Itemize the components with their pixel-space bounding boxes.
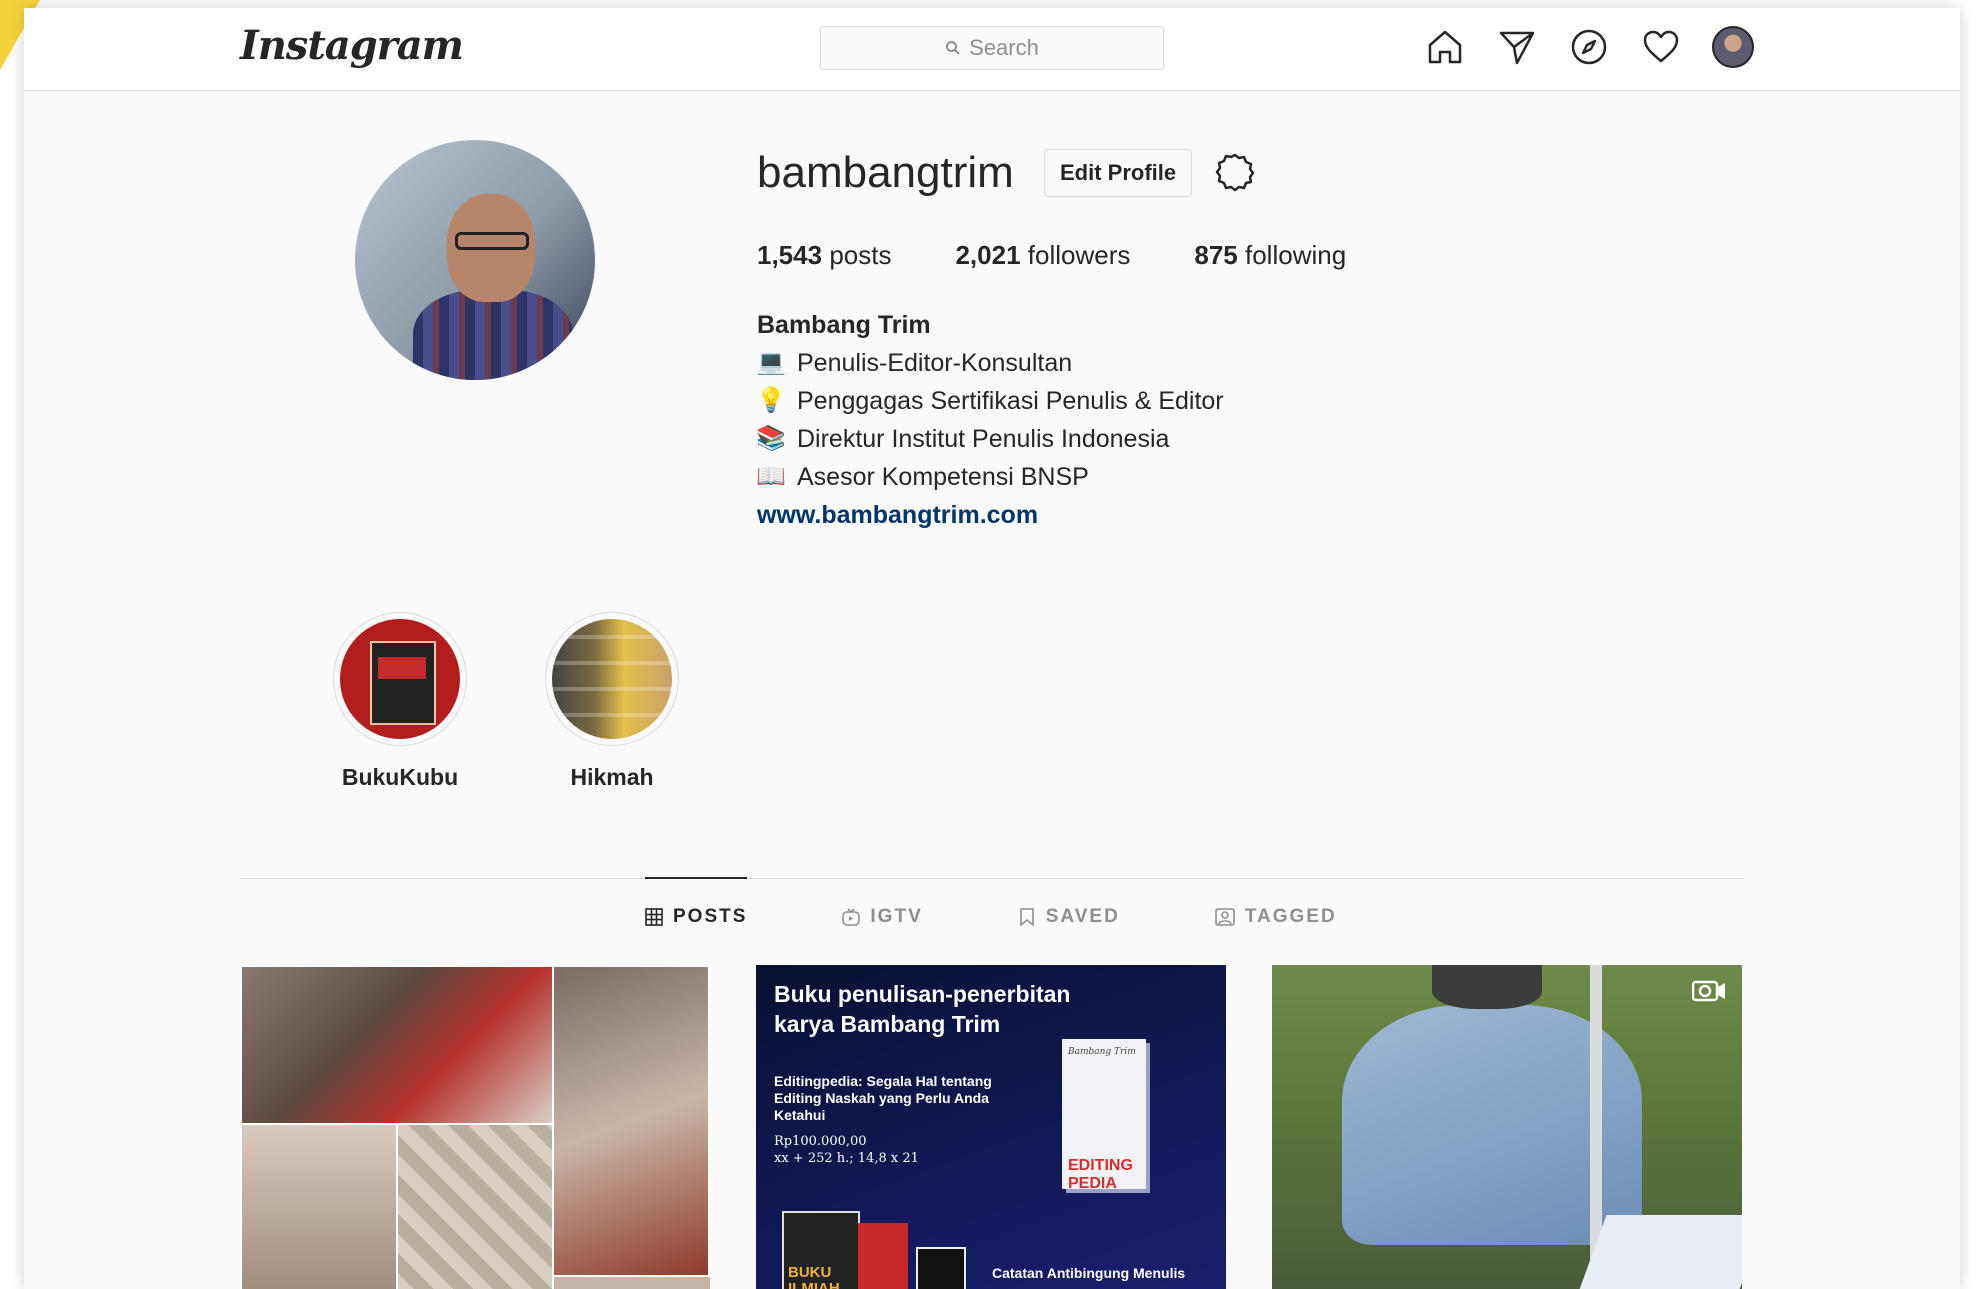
bio-line: 📚 Direktur Institut Penulis Indonesia xyxy=(756,420,1224,458)
posts-count: 1,543 xyxy=(757,240,823,270)
search-input[interactable]: Search xyxy=(820,26,1164,70)
collage-photo xyxy=(552,965,710,1277)
book-cover-author: Bambang Trim xyxy=(1068,1047,1136,1057)
bio-text: Asesor Kompetensi BNSP xyxy=(797,463,1089,491)
highlight-label: Hikmah xyxy=(570,764,654,790)
book-cover-image xyxy=(916,1247,966,1289)
tab-label: POSTS xyxy=(673,906,748,927)
book-cover-image xyxy=(858,1223,908,1289)
tagged-person-icon xyxy=(1215,908,1235,926)
post-thumbnail[interactable] xyxy=(1272,965,1742,1289)
instagram-logo[interactable]: Instagram xyxy=(240,22,464,69)
tab-posts[interactable]: POSTS xyxy=(645,906,747,928)
profile-stats: 1,543 posts 2,021 followers 875 followin… xyxy=(757,240,1346,271)
followers-label: followers xyxy=(1027,240,1131,270)
profile-username: bambangtrim xyxy=(757,148,1014,197)
book-cover-title: BUKU ILMIAH xyxy=(788,1264,840,1289)
tab-label: TAGGED xyxy=(1244,906,1337,927)
story-highlight-hikmah[interactable]: Hikmah xyxy=(542,612,682,791)
book-cover-image: Bambang Trim EDITING PEDIA xyxy=(1062,1039,1146,1192)
following-label: following xyxy=(1245,240,1347,270)
direct-icon[interactable] xyxy=(1496,26,1538,68)
activity-heart-icon[interactable] xyxy=(1640,26,1682,68)
highlight-book-image xyxy=(370,641,436,725)
post-book-price: Rp100.000,00 xyxy=(774,1134,867,1149)
post-book-details: Rp100.000,00 xx + 252 h.; 14,8 x 21 xyxy=(774,1133,919,1167)
posts-grid: Buku penulisan-penerbitan karya Bambang … xyxy=(240,965,1742,1289)
explore-icon[interactable] xyxy=(1568,26,1610,68)
photo-subject-body xyxy=(413,290,573,380)
profile-avatar[interactable] xyxy=(1712,26,1754,68)
bio-line: 💡 Penggagas Sertifikasi Penulis & Editor xyxy=(756,382,1224,420)
tab-label: IGTV xyxy=(870,906,923,927)
browser-window: Instagram Search bambangtrim Edit Profil… xyxy=(24,8,1960,1289)
post-thumbnail[interactable] xyxy=(240,965,710,1289)
photo-subject-glasses xyxy=(455,232,529,250)
video-camera-icon xyxy=(1692,980,1725,1002)
laptop-emoji-icon: 💻 xyxy=(756,349,786,376)
collage-photo xyxy=(240,965,554,1125)
search-icon xyxy=(946,41,960,55)
highlight-cover xyxy=(340,619,460,739)
active-tab-indicator xyxy=(645,877,747,879)
profile-tabs: POSTS IGTV SAVED TAGGED xyxy=(645,906,1337,928)
nav-icons xyxy=(1424,26,1754,68)
post-footer-text: Catatan Antibingung Menulis xyxy=(992,1265,1186,1281)
post-headline: Buku penulisan-penerbitan karya Bambang … xyxy=(774,981,1071,1037)
lightbulb-emoji-icon: 💡 xyxy=(756,387,786,414)
posts-label: posts xyxy=(829,240,892,270)
tab-label: SAVED xyxy=(1045,906,1120,927)
bio-line: 📖 Asesor Kompetensi BNSP xyxy=(756,458,1224,496)
tab-tagged[interactable]: TAGGED xyxy=(1215,906,1337,928)
books-emoji-icon: 📚 xyxy=(756,425,786,452)
grid-icon xyxy=(645,908,663,926)
collage-photo xyxy=(240,1123,398,1289)
search-placeholder: Search xyxy=(969,35,1039,60)
highlight-cover-pattern xyxy=(552,619,672,739)
bio-text: Penulis-Editor-Konsultan xyxy=(797,349,1073,377)
collage-photo xyxy=(396,1123,554,1289)
following-stat[interactable]: 875 following xyxy=(1194,240,1346,271)
bio-line: 💻 Penulis-Editor-Konsultan xyxy=(756,344,1224,382)
highlight-cover-ring xyxy=(333,612,467,746)
edit-profile-button[interactable]: Edit Profile xyxy=(1044,149,1193,197)
tabs-divider xyxy=(240,878,1744,879)
highlight-cover-ring xyxy=(545,612,679,746)
bio-text: Direktur Institut Penulis Indonesia xyxy=(797,425,1170,453)
story-highlight-bukukubu[interactable]: BukuKubu xyxy=(330,612,470,791)
highlight-cover xyxy=(552,619,672,739)
tab-saved[interactable]: SAVED xyxy=(1018,906,1120,928)
followers-count: 2,021 xyxy=(955,240,1021,270)
following-count: 875 xyxy=(1194,240,1238,270)
settings-gear-icon[interactable] xyxy=(1214,151,1256,193)
profile-picture[interactable] xyxy=(355,140,595,380)
posts-stat: 1,543 posts xyxy=(757,240,891,271)
post-book-specs: xx + 252 h.; 14,8 x 21 xyxy=(774,1151,919,1166)
home-icon[interactable] xyxy=(1424,26,1466,68)
open-book-emoji-icon: 📖 xyxy=(756,463,786,490)
top-navigation-bar: Instagram Search xyxy=(24,8,1960,91)
profile-full-name: Bambang Trim xyxy=(757,311,931,339)
tab-igtv[interactable]: IGTV xyxy=(842,906,922,928)
book-cover-title: EDITING PEDIA xyxy=(1068,1157,1133,1192)
photo-cart xyxy=(1577,1215,1742,1289)
followers-stat[interactable]: 2,021 followers xyxy=(955,240,1130,271)
book-cover-image: BUKU ILMIAH xyxy=(782,1211,860,1289)
profile-bio: Bambang Trim 💻 Penulis-Editor-Konsultan … xyxy=(756,306,1224,534)
profile-website-link[interactable]: www.bambangtrim.com xyxy=(757,496,1224,534)
highlight-label: BukuKubu xyxy=(341,764,459,790)
bookmark-icon xyxy=(1019,908,1034,926)
photo-subject-hat xyxy=(1432,965,1542,1009)
igtv-icon xyxy=(842,908,861,926)
post-thumbnail[interactable]: Buku penulisan-penerbitan karya Bambang … xyxy=(756,965,1226,1289)
bio-text: Penggagas Sertifikasi Penulis & Editor xyxy=(797,387,1224,415)
post-book-title: Editingpedia: Segala Hal tentang Editing… xyxy=(774,1073,992,1123)
